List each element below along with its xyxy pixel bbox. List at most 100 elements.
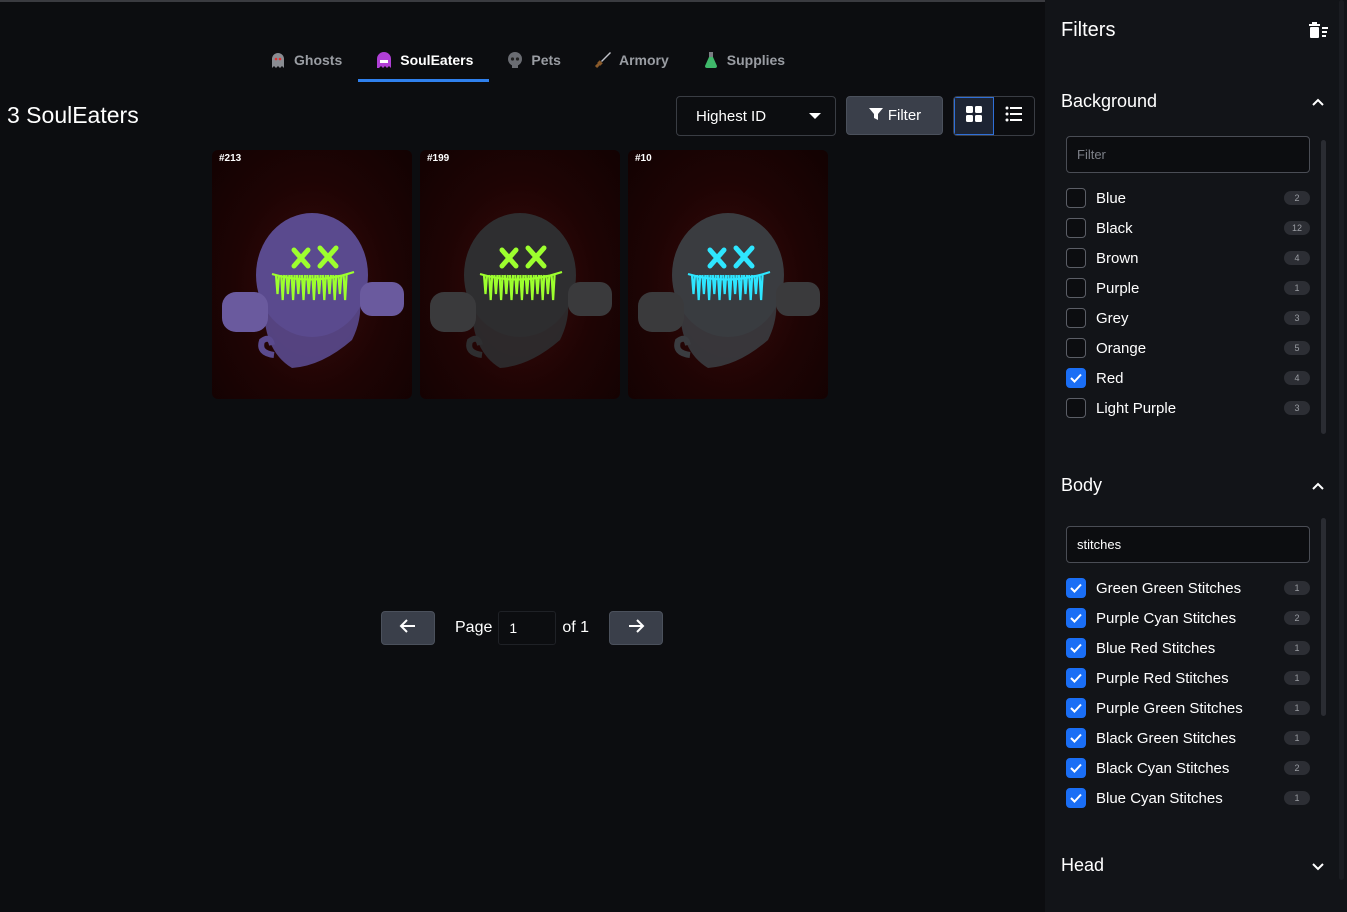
checkbox[interactable] [1066,788,1086,808]
body-list-scrollbar[interactable] [1321,518,1326,716]
option-label: Grey [1096,309,1129,327]
list-view-button[interactable] [994,97,1034,135]
option-label: Orange [1096,339,1147,357]
souleater-artwork [430,213,612,368]
nft-card[interactable]: #10 [628,150,828,399]
sort-dropdown[interactable]: Highest ID [676,96,836,136]
filter-option[interactable]: Black Green Stitches 1 [1066,723,1310,753]
sidebar-scrollbar[interactable] [1339,0,1344,880]
filter-option[interactable]: Black Cyan Stitches 2 [1066,753,1310,783]
filter-button[interactable]: Filter [846,96,943,135]
tab-ghosts[interactable]: Ghosts [252,40,358,80]
filter-option[interactable]: Purple Green Stitches 1 [1066,693,1310,723]
pet-icon [505,50,525,70]
option-label: Brown [1096,249,1139,267]
checkbox[interactable] [1066,338,1086,358]
next-page-button[interactable] [609,611,664,645]
checkbox[interactable] [1066,368,1086,388]
checkbox[interactable] [1066,698,1086,718]
ghost-icon [268,50,288,70]
option-label: Green Green Stitches [1096,579,1242,597]
nft-card[interactable]: #213 [212,150,412,399]
list-icon [1005,105,1023,128]
checkbox[interactable] [1066,608,1086,628]
checkbox[interactable] [1066,668,1086,688]
filters-sidebar: Filters Background Blue2Black12Brown4Pur… [1045,0,1347,912]
filter-option[interactable]: Green Green Stitches 1 [1066,573,1310,603]
grid-view-button[interactable] [954,97,994,135]
count-badge: 5 [1284,341,1310,355]
tab-label: SoulEaters [400,52,474,68]
sword-icon [593,50,613,70]
filter-option[interactable]: Red 4 [1066,363,1310,393]
filter-option[interactable]: Brown 4 [1066,243,1310,273]
filter-option[interactable]: Black 12 [1066,213,1310,243]
nft-id: #199 [427,153,450,164]
background-filter-input[interactable] [1066,136,1310,173]
count-badge: 1 [1284,791,1310,805]
checkbox[interactable] [1066,308,1086,328]
page-number-input[interactable] [498,611,557,645]
chevron-down-icon[interactable] [1311,859,1325,878]
body-filter-input[interactable] [1066,526,1310,563]
arrow-left-icon [399,617,417,640]
filter-option[interactable]: Grey 3 [1066,303,1310,333]
filter-option[interactable]: Purple Red Stitches 1 [1066,663,1310,693]
checkbox[interactable] [1066,638,1086,658]
check-icon [1070,643,1082,653]
prev-page-button[interactable] [381,611,435,645]
option-label: Light Purple [1096,399,1177,417]
funnel-icon [868,106,884,126]
tab-pets[interactable]: Pets [489,40,577,80]
tab-label: Pets [531,52,561,68]
option-label: Blue Cyan Stitches [1096,789,1223,807]
checkbox[interactable] [1066,728,1086,748]
tab-souleaters[interactable]: SoulEaters [358,40,490,82]
nft-id: #213 [219,153,242,164]
head-section-title[interactable]: Head [1061,855,1104,876]
filters-title: Filters [1061,19,1116,41]
collection-tabs: Ghosts SoulEaters Pets Armory Supplies [252,40,801,82]
checkbox[interactable] [1066,398,1086,418]
option-label: Purple Green Stitches [1096,699,1243,717]
filter-option[interactable]: Blue Cyan Stitches 1 [1066,783,1310,813]
checkbox[interactable] [1066,188,1086,208]
count-badge: 3 [1284,401,1310,415]
chevron-up-icon[interactable] [1311,95,1325,114]
sort-selected-value: Highest ID [696,107,767,125]
count-badge: 4 [1284,251,1310,265]
count-badge: 2 [1284,761,1310,775]
checkbox[interactable] [1066,278,1086,298]
check-icon [1070,763,1082,773]
filter-option[interactable]: Light Purple 3 [1066,393,1310,423]
body-section-title[interactable]: Body [1061,475,1102,496]
filter-option[interactable]: Purple Cyan Stitches 2 [1066,603,1310,633]
background-options: Blue 2 Black 12 Brown 4 Purple 1 Grey 3 Orange 5 Red… [1066,183,1310,423]
souleater-icon [374,50,394,70]
checkbox[interactable] [1066,248,1086,268]
nft-card[interactable]: #199 [420,150,620,399]
filter-option[interactable]: Orange 5 [1066,333,1310,363]
count-badge: 1 [1284,281,1310,295]
checkbox[interactable] [1066,578,1086,598]
arrow-right-icon [627,617,645,640]
check-icon [1070,613,1082,623]
page-label: Page [455,619,493,636]
chevron-up-icon[interactable] [1311,479,1325,498]
option-label: Purple Cyan Stitches [1096,609,1237,627]
background-section-title[interactable]: Background [1061,91,1157,112]
checkbox[interactable] [1066,758,1086,778]
tab-supplies[interactable]: Supplies [685,40,801,80]
filter-option[interactable]: Blue 2 [1066,183,1310,213]
background-list-scrollbar[interactable] [1321,140,1326,434]
clear-filters-icon[interactable] [1309,22,1329,45]
count-badge: 2 [1284,611,1310,625]
filter-button-label: Filter [887,107,922,124]
tab-label: Armory [618,52,669,68]
option-label: Blue [1096,189,1127,207]
filter-option[interactable]: Purple 1 [1066,273,1310,303]
filter-option[interactable]: Blue Red Stitches 1 [1066,633,1310,663]
tab-armory[interactable]: Armory [577,40,685,80]
grid-icon [965,105,983,128]
checkbox[interactable] [1066,218,1086,238]
